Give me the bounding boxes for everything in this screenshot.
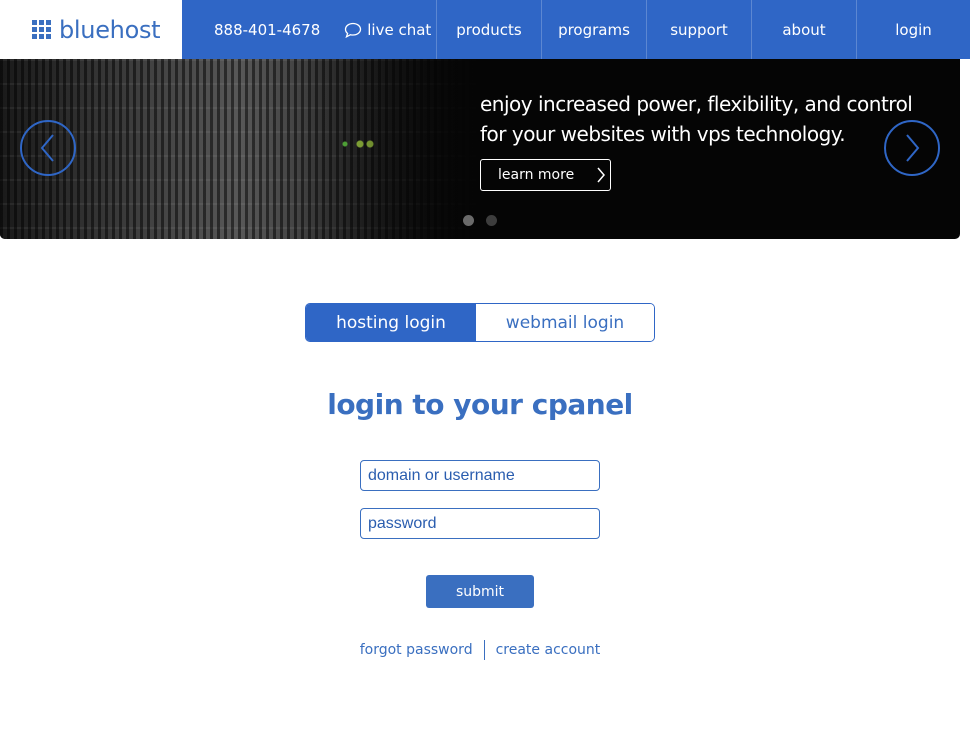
chevron-right-icon: [906, 134, 920, 162]
tab-webmail-login[interactable]: webmail login: [476, 304, 654, 341]
bluehost-logo[interactable]: bluehost: [0, 0, 182, 59]
learn-more-label: learn more: [498, 167, 575, 183]
hero-headline: enjoy increased power, flexibility, and …: [480, 92, 913, 146]
phone-number[interactable]: 888-401-4678: [214, 21, 320, 39]
account-links: forgot password create account: [0, 640, 960, 660]
submit-button[interactable]: submit: [426, 575, 534, 608]
password-input[interactable]: [360, 508, 600, 539]
logo-text: bluehost: [59, 15, 161, 44]
create-account-link[interactable]: create account: [485, 642, 612, 658]
tab-hosting-login[interactable]: hosting login: [306, 304, 476, 341]
learn-more-button[interactable]: learn more: [480, 159, 611, 191]
carousel-prev-button[interactable]: [20, 120, 76, 176]
carousel-dot-2[interactable]: [486, 215, 497, 226]
carousel-dot-1[interactable]: [463, 215, 474, 226]
nav-about[interactable]: about: [751, 0, 856, 59]
nav-login[interactable]: login: [856, 0, 970, 59]
forgot-password-link[interactable]: forgot password: [349, 642, 484, 658]
carousel-pagination: [463, 215, 497, 226]
carousel-next-button[interactable]: [884, 120, 940, 176]
grid-logo-icon: [32, 20, 51, 39]
username-input[interactable]: [360, 460, 600, 491]
top-navigation: bluehost 888-401-4678 live chat products…: [0, 0, 970, 59]
live-chat-label: live chat: [367, 20, 432, 39]
chat-bubble-icon: [345, 22, 362, 38]
nav-products[interactable]: products: [436, 0, 541, 59]
nav-support[interactable]: support: [646, 0, 751, 59]
chevron-left-icon: [40, 134, 54, 162]
login-tabs: hosting login webmail login: [305, 303, 655, 342]
live-chat-link[interactable]: live chat: [344, 21, 431, 39]
contact-area: 888-401-4678 live chat: [182, 0, 436, 59]
nav-programs[interactable]: programs: [541, 0, 646, 59]
login-heading: login to your cpanel: [327, 388, 633, 421]
hero-carousel: enjoy increased power, flexibility, and …: [0, 59, 960, 239]
chevron-right-icon: [597, 167, 606, 183]
